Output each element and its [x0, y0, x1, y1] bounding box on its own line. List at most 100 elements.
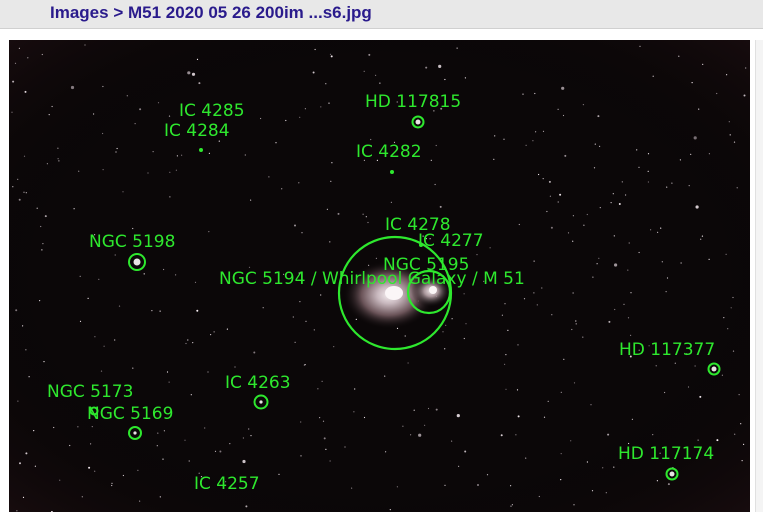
star-ic-4263	[259, 400, 263, 404]
background-star	[628, 242, 630, 244]
annotated-astro-image[interactable]: IC 4285 IC 4284 HD 117815 IC 4282 IC 427…	[9, 40, 750, 512]
background-star	[389, 509, 391, 511]
background-star	[94, 470, 96, 472]
background-star	[716, 439, 719, 442]
background-star	[665, 291, 667, 293]
vertical-scrollbar[interactable]	[755, 40, 763, 512]
background-star	[213, 331, 215, 333]
background-star	[515, 434, 517, 436]
background-star	[723, 317, 725, 319]
background-star	[727, 328, 729, 330]
background-star	[79, 320, 82, 322]
background-star	[375, 257, 377, 259]
background-star	[42, 243, 44, 245]
background-star	[630, 334, 632, 336]
background-star	[542, 130, 545, 132]
background-star	[560, 391, 562, 393]
background-star	[229, 443, 231, 445]
background-star	[253, 351, 256, 354]
background-star	[630, 292, 632, 294]
background-star	[73, 208, 75, 210]
background-star	[444, 484, 446, 486]
background-star	[44, 215, 47, 218]
background-star	[445, 324, 447, 326]
background-star	[260, 117, 262, 120]
background-star	[304, 108, 306, 110]
background-star	[538, 173, 540, 176]
background-star	[623, 303, 625, 305]
background-star	[702, 63, 704, 65]
background-star	[219, 450, 222, 453]
background-star	[114, 339, 116, 341]
background-star	[300, 455, 302, 457]
background-star	[517, 344, 519, 346]
breadcrumb-images-link[interactable]: Images	[50, 3, 109, 22]
background-star	[166, 371, 169, 373]
background-star	[333, 346, 335, 348]
background-star	[226, 328, 228, 330]
label-ngc-5173: NGC 5173	[47, 382, 134, 402]
background-star	[671, 182, 673, 184]
background-star	[463, 293, 465, 295]
background-star	[505, 388, 507, 390]
background-star	[534, 92, 536, 95]
background-star	[169, 171, 171, 173]
background-star	[22, 325, 24, 327]
background-star	[298, 182, 300, 184]
background-star	[732, 350, 735, 352]
background-star	[194, 281, 197, 283]
background-star	[738, 394, 740, 396]
background-star	[465, 323, 467, 325]
background-star	[331, 162, 333, 164]
background-star	[250, 199, 252, 201]
background-star	[594, 143, 596, 145]
background-star	[390, 201, 392, 203]
background-star	[18, 47, 20, 49]
background-star	[91, 426, 93, 428]
background-star	[444, 78, 446, 81]
background-star	[647, 181, 650, 183]
background-star	[435, 408, 438, 411]
background-star	[122, 474, 124, 477]
background-star	[25, 192, 27, 194]
background-star	[300, 421, 302, 423]
background-star	[196, 309, 199, 312]
background-star	[523, 298, 526, 300]
background-star	[535, 131, 537, 133]
background-star	[612, 193, 614, 195]
background-star	[248, 428, 250, 430]
background-star	[698, 108, 700, 110]
background-star	[132, 367, 134, 369]
background-star	[41, 53, 43, 56]
background-star	[583, 224, 585, 226]
background-star	[550, 226, 553, 229]
background-star	[507, 329, 509, 331]
background-star	[34, 465, 36, 467]
background-star	[305, 320, 307, 322]
background-star	[139, 500, 141, 502]
background-star	[329, 53, 332, 55]
background-star	[614, 263, 618, 267]
background-star	[245, 505, 248, 508]
background-star	[344, 446, 346, 448]
background-star	[23, 191, 25, 193]
background-star	[192, 342, 194, 344]
background-star	[43, 361, 45, 363]
background-star	[33, 430, 35, 432]
background-star	[438, 64, 442, 68]
background-star	[198, 82, 201, 85]
background-star	[590, 404, 592, 406]
background-star	[614, 308, 616, 311]
background-star	[548, 180, 551, 183]
background-star	[716, 92, 718, 95]
background-star	[551, 314, 553, 316]
background-star	[542, 178, 544, 180]
background-star	[559, 193, 562, 196]
background-star	[168, 381, 170, 383]
background-star	[314, 48, 316, 51]
background-star	[541, 287, 543, 289]
background-star	[187, 339, 189, 341]
background-star	[114, 254, 116, 256]
background-star	[39, 300, 41, 302]
background-star	[586, 461, 589, 463]
